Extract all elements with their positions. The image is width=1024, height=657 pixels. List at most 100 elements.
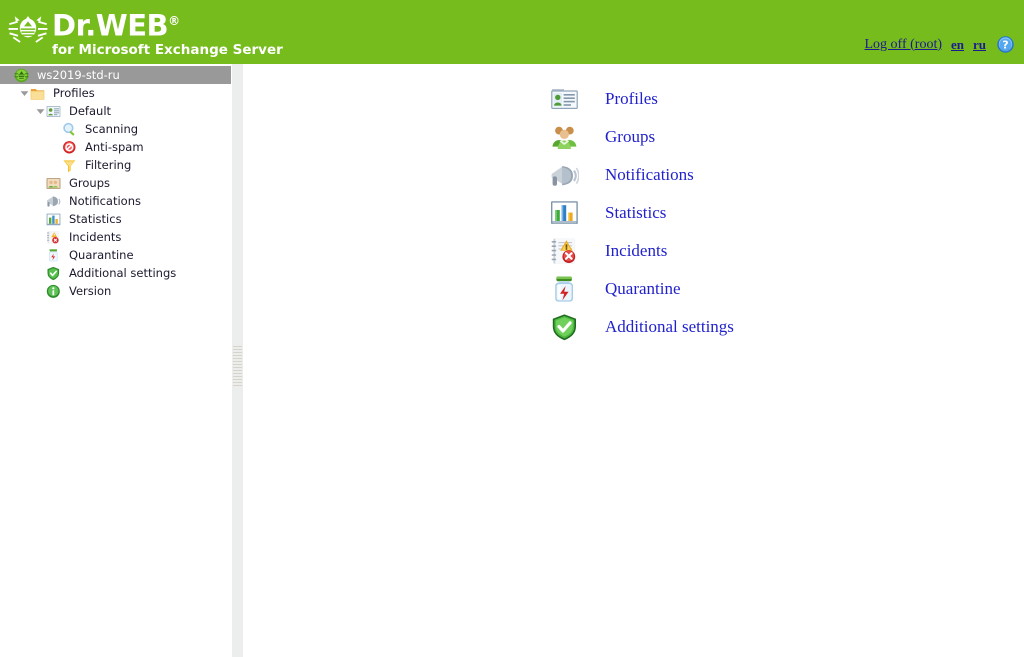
lang-en-link[interactable]: en: [951, 37, 964, 53]
main-content: Profiles Groups Notifications Statistics Inc…: [244, 64, 1024, 657]
tree-node-additional-settings[interactable]: Additional settings: [0, 264, 231, 282]
megaphone-large-icon: [551, 165, 579, 186]
help-question-icon[interactable]: ?: [997, 36, 1014, 53]
incident-notepad-icon: [46, 230, 65, 245]
magnifier-icon: [62, 122, 81, 137]
profile-card-icon: [46, 105, 61, 117]
quarantine-jar-icon: [46, 248, 65, 263]
tree-twisty-none: [50, 156, 62, 174]
tree-node-scanning[interactable]: Scanning: [0, 120, 231, 138]
menu-item-incidents[interactable]: Incidents: [550, 232, 734, 270]
tree-node-filtering[interactable]: Filtering: [0, 156, 231, 174]
tree-node-statistics[interactable]: Statistics: [0, 210, 231, 228]
bar-chart-large-icon: [551, 200, 578, 224]
folder-icon: [30, 86, 49, 101]
tree-node-label: Anti-spam: [85, 140, 144, 154]
lang-ru-link[interactable]: ru: [973, 37, 986, 53]
tree-node-incidents[interactable]: Incidents: [0, 228, 231, 246]
info-icon: [46, 284, 65, 299]
tree-node-ws2019-std-ru[interactable]: ws2019-std-ru: [0, 66, 231, 84]
tree-twisty-none: [50, 120, 62, 138]
chevron-down-icon[interactable]: [36, 107, 45, 116]
tree-twisty-none: [34, 264, 46, 282]
menu-item-groups[interactable]: Groups: [550, 118, 734, 156]
tree-node-label: Filtering: [85, 158, 132, 172]
bar-chart-icon: [46, 212, 65, 227]
menu-item-notifications[interactable]: Notifications: [550, 156, 734, 194]
menu-item-statistics[interactable]: Statistics: [550, 194, 734, 232]
groups-icon: [46, 177, 61, 189]
tree-node-anti-spam[interactable]: Anti-spam: [0, 138, 231, 156]
brand-wordmark: Dr.WEB® for Microsoft Exchange Server: [52, 6, 283, 57]
menu-item-quarantine[interactable]: Quarantine: [550, 270, 734, 308]
logoff-link[interactable]: Log off (root): [865, 37, 943, 53]
bar-chart-icon: [46, 213, 61, 225]
megaphone-icon: [47, 195, 61, 207]
megaphone-large-icon: [550, 161, 592, 190]
funnel-icon: [63, 159, 76, 172]
app-header: Dr.WEB® for Microsoft Exchange Server Lo…: [0, 0, 1024, 64]
shield-check-large-icon: [550, 313, 592, 342]
tree-twisty-expanded[interactable]: [2, 66, 14, 84]
megaphone-icon: [46, 194, 65, 209]
quarantine-jar-large-icon: [550, 275, 592, 304]
shield-check-icon: [47, 266, 60, 280]
tree-node-label: Scanning: [85, 122, 139, 136]
header-actions: Log off (root) en ru ?: [865, 36, 1015, 53]
tree-node-quarantine[interactable]: Quarantine: [0, 246, 231, 264]
incident-notepad-icon: [47, 230, 59, 243]
menu-item-profiles[interactable]: Profiles: [550, 80, 734, 118]
funnel-icon: [62, 158, 81, 173]
chevron-down-icon[interactable]: [4, 71, 13, 80]
incident-notepad-large-icon: [551, 238, 576, 264]
groups-icon: [46, 176, 65, 191]
sidebar-splitter[interactable]: [232, 64, 243, 657]
tree-node-notifications[interactable]: Notifications: [0, 192, 231, 210]
groups-large-icon: [552, 126, 577, 149]
shield-check-icon: [46, 266, 65, 281]
menu-item-label: Additional settings: [605, 317, 734, 336]
chevron-down-icon[interactable]: [20, 89, 29, 98]
tree-node-default[interactable]: Default: [0, 102, 231, 120]
brand-logo-block: Dr.WEB® for Microsoft Exchange Server: [6, 6, 283, 57]
menu-item-label: Incidents: [605, 241, 668, 260]
menu-item-additional-settings[interactable]: Additional settings: [550, 308, 734, 346]
no-entry-icon: [62, 140, 81, 155]
quarantine-jar-large-icon: [555, 276, 573, 302]
quarantine-jar-icon: [49, 248, 58, 261]
vertical-grip-handle[interactable]: [233, 346, 242, 388]
tree-twisty-none: [34, 174, 46, 192]
tree-node-profiles[interactable]: Profiles: [0, 84, 231, 102]
menu-item-label: Notifications: [605, 165, 694, 184]
tree-node-label: Notifications: [69, 194, 141, 208]
tree-twisty-expanded[interactable]: [34, 102, 46, 120]
brand-name: Dr.WEB®: [52, 8, 180, 43]
svg-text:?: ?: [1002, 38, 1008, 51]
sidebar-tree-panel: ws2019-std-ru Profiles Default Scanning Anti…: [0, 64, 231, 657]
profile-card-large-icon: [551, 88, 578, 109]
navigation-tree: ws2019-std-ru Profiles Default Scanning Anti…: [0, 64, 231, 300]
tree-node-label: Profiles: [53, 86, 95, 100]
tree-twisty-expanded[interactable]: [18, 84, 30, 102]
tree-node-label: ws2019-std-ru: [37, 68, 120, 82]
tree-node-label: Groups: [69, 176, 111, 190]
tree-node-label: Quarantine: [69, 248, 134, 262]
bar-chart-large-icon: [550, 199, 592, 228]
tree-node-version[interactable]: Version: [0, 282, 231, 300]
menu-item-label: Profiles: [605, 89, 658, 108]
tree-node-label: Default: [69, 104, 112, 118]
menu-item-label: Groups: [605, 127, 656, 146]
main-menu-list: Profiles Groups Notifications Statistics Inc…: [550, 80, 734, 346]
tree-node-groups[interactable]: Groups: [0, 174, 231, 192]
server-spider-icon: [14, 68, 29, 82]
folder-icon: [30, 88, 45, 100]
tree-twisty-none: [34, 228, 46, 246]
tree-twisty-none: [34, 210, 46, 228]
server-spider-icon: [14, 68, 33, 83]
tree-node-label: Version: [69, 284, 112, 298]
tree-twisty-none: [50, 138, 62, 156]
tree-node-label: Statistics: [69, 212, 122, 226]
menu-item-label: Quarantine: [605, 279, 681, 298]
tree-twisty-none: [34, 246, 46, 264]
menu-item-label: Statistics: [605, 203, 667, 222]
